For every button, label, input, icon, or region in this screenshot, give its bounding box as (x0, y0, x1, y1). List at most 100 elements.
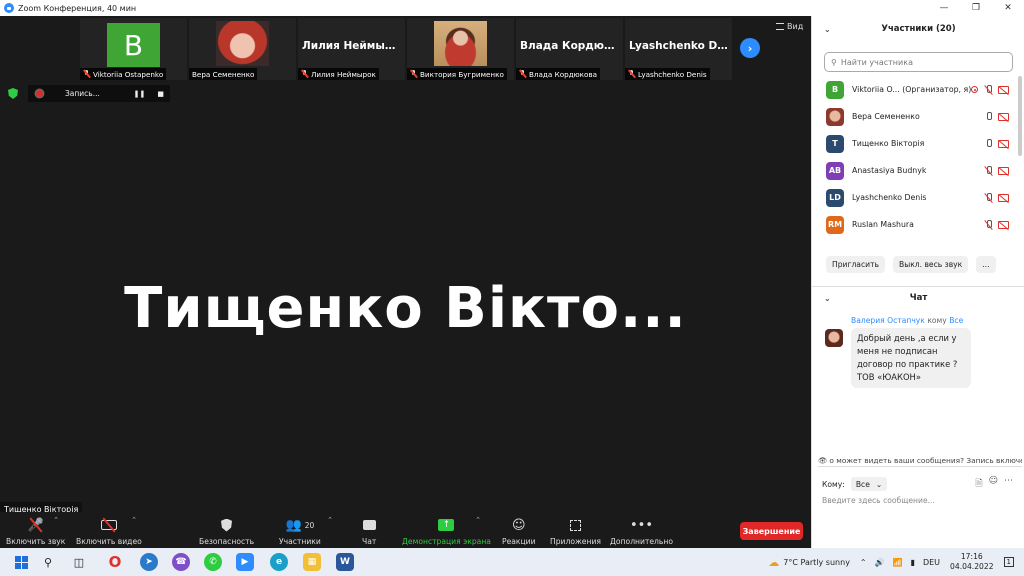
weather-label[interactable]: 7°C Partly sunny (783, 558, 850, 567)
viber-icon[interactable]: ☎ (172, 553, 190, 571)
language-indicator[interactable]: DEU (923, 558, 940, 567)
task-view-icon[interactable]: ◫ (70, 553, 88, 571)
video-off-icon (998, 85, 1009, 94)
side-panel: ⌄ Участники (20) ⚲ Найти участника B Vik… (811, 16, 1024, 548)
opera-icon[interactable]: O (106, 553, 124, 571)
more-dots-icon: ••• (629, 517, 653, 533)
mic-muted-icon: 🎤 (28, 516, 44, 534)
thumbnail-big-name: Лилия Неймыр... (302, 40, 405, 52)
chat-message: Добрый день ,а если у меня не подписан д… (851, 328, 971, 388)
file-explorer-icon[interactable]: ▦ (303, 553, 321, 571)
zoom-app-icon[interactable]: ▶ (236, 553, 254, 571)
recording-icon (971, 86, 978, 93)
speaker-icon[interactable]: 🔊 (875, 558, 885, 567)
battery-icon[interactable]: ▮ (911, 558, 915, 567)
word-icon[interactable]: W (336, 553, 354, 571)
thumbnail-2[interactable]: Лилия Неймыр... Лилия Неймырок (298, 18, 405, 80)
edge-icon[interactable]: e (270, 553, 288, 571)
thumbnail-3[interactable]: Виктория Бугрименко (407, 18, 514, 80)
minimize-button[interactable]: — (928, 0, 960, 16)
telegram-icon[interactable]: ➤ (140, 553, 158, 571)
stop-recording-button[interactable]: ■ (157, 90, 164, 98)
end-meeting-button[interactable]: Завершение (740, 522, 803, 540)
mic-muted-icon (984, 192, 992, 203)
security-shield-icon[interactable] (8, 88, 18, 99)
file-icon[interactable]: 🗎 (975, 476, 982, 492)
maximize-button[interactable]: ❐ (960, 0, 992, 16)
reactions-button[interactable]: ☺ Реакции (502, 512, 536, 548)
thumbnail-strip: B Viktoriia Ostapenko Вера Семененко Лил… (80, 18, 732, 80)
zoom-logo-icon (4, 3, 14, 13)
avatar: LD (826, 188, 844, 207)
participants-icon: 👥 20 (285, 517, 315, 533)
chat-notice: 👁 о может видеть ваши сообщения? Запись … (818, 454, 1022, 467)
active-speaker-name: Тищенко Вікто... (124, 276, 687, 341)
recipient-label: Кому: (822, 479, 845, 489)
thumbnail-name: Viktoriia Ostapenko (93, 69, 164, 79)
avatar: B (107, 23, 160, 67)
recipient-select[interactable]: Все ⌄ (850, 477, 888, 491)
chat-input[interactable]: Введите здесь сообщение... (822, 496, 935, 505)
view-label: Вид (787, 22, 804, 31)
participants-button[interactable]: 👥 20 Участники (279, 512, 321, 548)
participants-count: 20 (304, 520, 315, 530)
collapse-chevron-icon[interactable]: ⌄ (824, 25, 831, 34)
chevron-up-icon[interactable]: ⌃ (860, 558, 867, 567)
search-icon: ⚲ (831, 57, 837, 67)
next-page-arrow-icon[interactable]: › (740, 38, 760, 58)
collapse-chevron-icon[interactable]: ⌄ (824, 294, 831, 303)
apps-button[interactable]: Приложения (550, 512, 601, 548)
clock[interactable]: 17:16 04.04.2022 (950, 552, 993, 572)
recording-bar: Запись... ❚❚ ■ (28, 85, 170, 102)
chat-button[interactable]: Чат (362, 512, 376, 548)
chat-bubble-icon (362, 516, 376, 534)
divider (812, 286, 1024, 287)
mic-muted-icon (984, 165, 992, 176)
share-arrow-icon: ↑ (438, 519, 455, 531)
recording-dot-icon (36, 90, 43, 97)
mic-muted-icon (410, 70, 417, 78)
eye-icon: 👁 (818, 455, 828, 465)
participant-search-input[interactable]: ⚲ Найти участника (824, 52, 1013, 72)
participant-row[interactable]: LD Lyashchenko Denis (812, 184, 1015, 211)
thumbnail-5[interactable]: Lyashchenko De... Lyashchenko Denis (625, 18, 732, 80)
chat-recipient-row: Кому: Все ⌄ 🗎 ☺ ⋯ (822, 476, 1017, 492)
thumbnail-1[interactable]: Вера Семененко (189, 18, 296, 80)
security-button[interactable]: Безопасность (199, 512, 254, 548)
thumbnail-4[interactable]: Влада Кордюк... Влада Кордюкова (516, 18, 623, 80)
more-dots-icon[interactable]: ⋯ (1004, 476, 1013, 492)
view-button[interactable]: Вид (776, 22, 803, 31)
pause-recording-button[interactable]: ❚❚ (134, 90, 146, 98)
participant-row[interactable]: RM Ruslan Mashura (812, 211, 1015, 238)
participants-more-button[interactable]: ... (976, 256, 996, 273)
thumbnail-big-name: Влада Кордюк... (520, 40, 623, 52)
close-button[interactable]: ✕ (992, 0, 1024, 16)
video-off-icon (998, 112, 1009, 121)
participant-list: B Viktoriia O... (Организатор, я) Вера С… (812, 76, 1015, 238)
video-off-icon (998, 166, 1009, 175)
window-controls: — ❐ ✕ (928, 0, 1024, 16)
screen: Zoom Конференция, 40 мин — ❐ ✕ B Viktori… (0, 0, 1024, 576)
start-button[interactable] (12, 553, 30, 571)
participant-row[interactable]: T Тищенко Вікторія (812, 130, 1015, 157)
participant-row[interactable]: AB Anastasiya Budnyk (812, 157, 1015, 184)
whatsapp-icon[interactable]: ✆ (204, 553, 222, 571)
avatar (826, 107, 844, 126)
thumbnail-0[interactable]: B Viktoriia Ostapenko (80, 18, 187, 80)
more-button[interactable]: ••• Дополнительно (610, 512, 673, 548)
mute-all-button[interactable]: Выкл. весь звук (892, 256, 969, 273)
invite-button[interactable]: Пригласить (826, 256, 885, 273)
network-icon[interactable]: 📶 (893, 558, 903, 567)
participant-scrollbar[interactable] (1018, 76, 1022, 156)
participant-row[interactable]: Вера Семененко (812, 103, 1015, 130)
recording-label: Запись... (65, 89, 100, 98)
emoji-icon[interactable]: ☺ (989, 476, 998, 492)
participant-row[interactable]: B Viktoriia O... (Организатор, я) (812, 76, 1015, 103)
avatar: RM (826, 215, 844, 234)
title-bar: Zoom Конференция, 40 мин — ❐ ✕ (0, 0, 1024, 16)
search-icon[interactable]: ⚲ (39, 553, 57, 571)
notifications-icon[interactable]: 1 (1003, 557, 1014, 567)
participant-photo (434, 21, 487, 66)
shield-icon (221, 516, 233, 534)
apps-icon (569, 516, 581, 534)
